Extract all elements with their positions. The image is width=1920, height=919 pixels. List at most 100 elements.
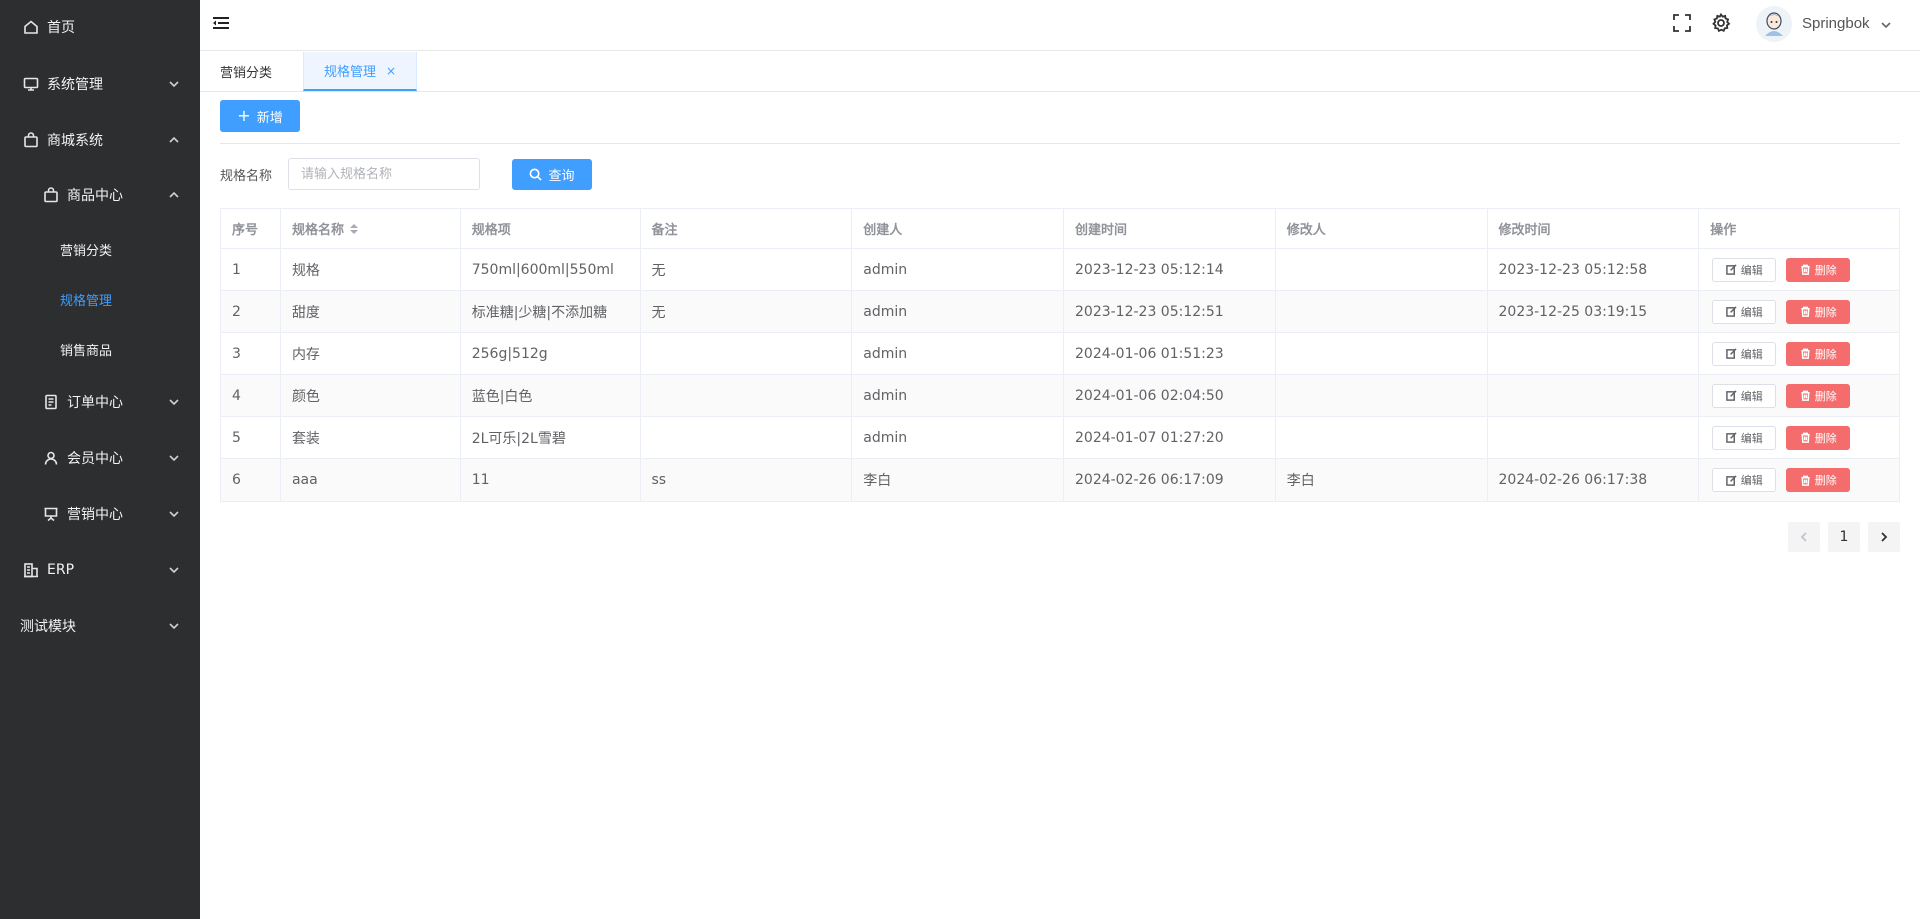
username[interactable]: Springbok (1802, 15, 1870, 32)
delete-button-label: 删除 (1814, 474, 1837, 487)
sidebar-item-order-center[interactable]: 订单中心 (0, 382, 200, 422)
table-cell-name: 内存 (281, 333, 461, 374)
column-header: 修改时间 (1488, 209, 1700, 248)
table-cell-name: aaa (281, 459, 461, 501)
edit-button-label: 编辑 (1740, 431, 1763, 445)
column-header: 创建时间 (1064, 209, 1276, 248)
table-cell-creator: 李白 (852, 459, 1064, 501)
table-cell-remark (641, 417, 853, 458)
sidebar-item-label: ERP (47, 562, 75, 578)
sidebar-item-label: 系统管理 (47, 77, 103, 93)
delete-button-label: 删除 (1814, 389, 1837, 403)
table-cell-no: 6 (221, 459, 281, 501)
column-header: 修改人 (1276, 209, 1488, 248)
table-cell-items: 256g|512g (461, 333, 641, 374)
edit-icon (1725, 474, 1737, 486)
sidebar-item-label: 商品中心 (67, 188, 123, 204)
edit-button[interactable]: 编辑 (1712, 341, 1777, 366)
spec-name-input[interactable] (288, 158, 480, 190)
delete-button[interactable]: 删除 (1786, 425, 1851, 450)
table-cell-remark (641, 375, 853, 416)
edit-button[interactable]: 编辑 (1712, 299, 1777, 324)
table-cell-actions: 编辑 删除 (1699, 459, 1899, 501)
sidebar-item-erp[interactable]: ERP (0, 550, 200, 590)
sidebar-item-spec-management[interactable]: 规格管理 (0, 279, 200, 319)
sidebar-item-mall[interactable]: 商城系统 (0, 120, 200, 160)
chevron-down-icon[interactable] (1880, 19, 1892, 31)
next-page-button[interactable] (1868, 522, 1900, 552)
edit-button[interactable]: 编辑 (1712, 257, 1777, 282)
delete-button[interactable]: 删除 (1786, 299, 1851, 324)
sidebar-item-test-module[interactable]: 测试模块 (0, 606, 200, 646)
tab-marketing-category[interactable]: 营销分类 (200, 52, 292, 91)
delete-button[interactable]: 删除 (1786, 468, 1851, 492)
table-body: 1 规格 750ml|600ml|550ml 无 admin 2023-12-23 05:… (221, 249, 1899, 501)
trash-icon (1801, 432, 1810, 443)
delete-button-label: 删除 (1814, 305, 1837, 319)
sidebar-item-goods-center[interactable]: 商品中心 (0, 175, 200, 215)
sidebar-item-marketing-center[interactable]: 营销中心 (0, 494, 200, 534)
table-row: 2 甜度 标准糖|少糖|不添加糖无 admin 2023-12-23 05:12:51 2… (221, 291, 1899, 333)
table-cell-items: 11 (461, 459, 641, 501)
table-cell-created: 2024-02-26 06:17:09 (1064, 459, 1276, 501)
sidebar-item-member-center[interactable]: 会员中心 (0, 438, 200, 478)
edit-button[interactable]: 编辑 (1712, 425, 1777, 450)
sidebar-item-system[interactable]: 系统管理 (0, 64, 200, 104)
page-number-button[interactable]: 1 (1828, 522, 1860, 552)
sidebar-item-label: 商城系统 (47, 133, 103, 149)
table-cell-name: 套装 (281, 417, 461, 458)
tab-label: 营销分类 (220, 66, 273, 81)
add-button[interactable]: + 新增 (220, 100, 300, 132)
table-cell-actions: 编辑 删除 (1699, 333, 1899, 374)
delete-button[interactable]: 删除 (1786, 341, 1851, 366)
tab-bar: 营销分类 规格管理 × (200, 52, 1920, 92)
column-header: 操作 (1710, 223, 1737, 238)
edit-button-label: 编辑 (1740, 389, 1763, 403)
shopping-bag-icon (42, 186, 60, 204)
table-cell-modified (1488, 417, 1700, 458)
close-icon[interactable]: × (386, 64, 396, 78)
chevron-up-icon (168, 134, 180, 146)
spec-name-label: 规格名称 (220, 169, 273, 184)
sidebar-item-sales-goods[interactable]: 销售商品 (0, 329, 200, 369)
delete-button[interactable]: 删除 (1786, 257, 1851, 282)
trash-icon (1801, 390, 1810, 401)
column-header: 序号 (221, 209, 281, 248)
query-button[interactable]: 查询 (512, 159, 592, 190)
table-cell-modified (1488, 375, 1700, 416)
table-cell-creator: admin (852, 249, 1064, 290)
chevron-down-icon (168, 508, 180, 520)
edit-button[interactable]: 编辑 (1712, 383, 1777, 408)
table-cell-items: 标准糖|少糖|不添加糖 (461, 291, 641, 332)
trash-icon (1801, 306, 1810, 317)
prev-page-button[interactable] (1788, 522, 1820, 552)
sidebar-item-marketing-category[interactable]: 营销分类 (0, 229, 200, 269)
avatar[interactable] (1756, 6, 1792, 42)
table-cell-created: 2024-01-06 01:51:23 (1064, 333, 1276, 374)
menu-fold-icon[interactable] (212, 14, 230, 32)
query-button-label: 查询 (548, 169, 575, 184)
table-cell-modifier: 李白 (1276, 459, 1488, 501)
table-cell-created: 2023-12-23 05:12:14 (1064, 249, 1276, 290)
sidebar: 首页 系统管理 商城系统 商品中心 营销分类 规格管理 销售商品 订单中心 会员… (0, 0, 200, 919)
table-cell-actions: 编辑 删除 (1699, 249, 1899, 290)
table-cell-creator: admin (852, 291, 1064, 332)
trash-icon (1801, 264, 1810, 275)
edit-button[interactable]: 编辑 (1712, 468, 1777, 492)
chevron-down-icon (168, 620, 180, 632)
table-cell-modifier (1276, 375, 1488, 416)
edit-icon (1725, 348, 1737, 359)
sidebar-item-label: 首页 (47, 20, 75, 36)
table-cell-modified: 2023-12-23 05:12:58 (1488, 249, 1700, 290)
tab-spec-management[interactable]: 规格管理 × (303, 52, 418, 91)
chevron-up-icon (168, 189, 180, 201)
sidebar-item-home[interactable]: 首页 (0, 7, 200, 47)
top-header: Springbok (200, 0, 1920, 51)
sort-icon[interactable] (349, 223, 358, 234)
fullscreen-icon[interactable] (1672, 13, 1692, 33)
column-header-sortable[interactable]: 规格名称 (281, 209, 461, 248)
delete-button[interactable]: 删除 (1786, 383, 1851, 408)
gear-icon[interactable] (1711, 12, 1731, 33)
table-cell-no: 3 (221, 333, 281, 374)
search-icon (530, 168, 543, 181)
